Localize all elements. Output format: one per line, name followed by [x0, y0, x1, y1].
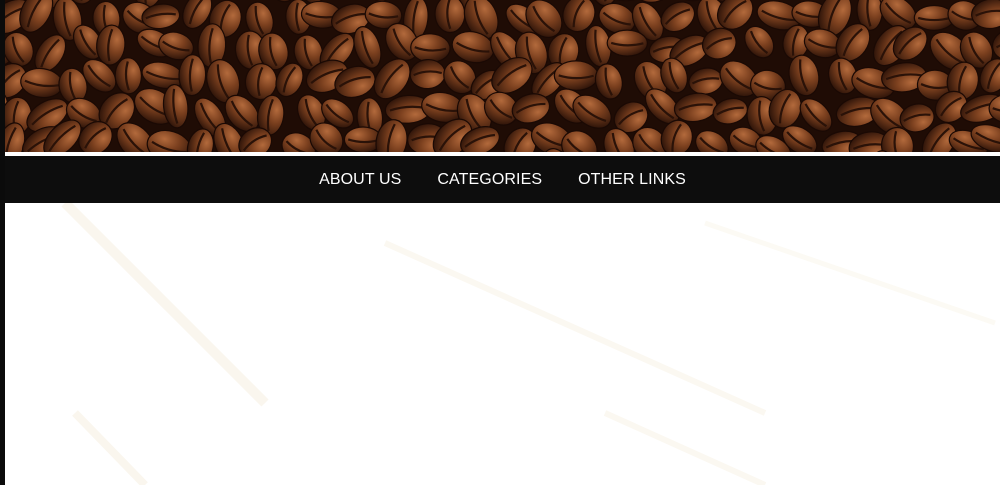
nav-link-about-us[interactable]: ABOUT US — [319, 156, 401, 203]
nav-link-categories[interactable]: CATEGORIES — [437, 156, 542, 203]
nav-link-other-links[interactable]: OTHER LINKS — [578, 156, 686, 203]
coffee-beans-banner — [5, 0, 1000, 152]
page: ABOUT US CATEGORIES OTHER LINKS — [0, 0, 1000, 485]
coffee-beans-image — [5, 0, 1000, 152]
faint-background-watermark — [61, 203, 996, 485]
main-content-area — [5, 203, 1000, 485]
main-navbar: ABOUT US CATEGORIES OTHER LINKS — [5, 156, 1000, 203]
